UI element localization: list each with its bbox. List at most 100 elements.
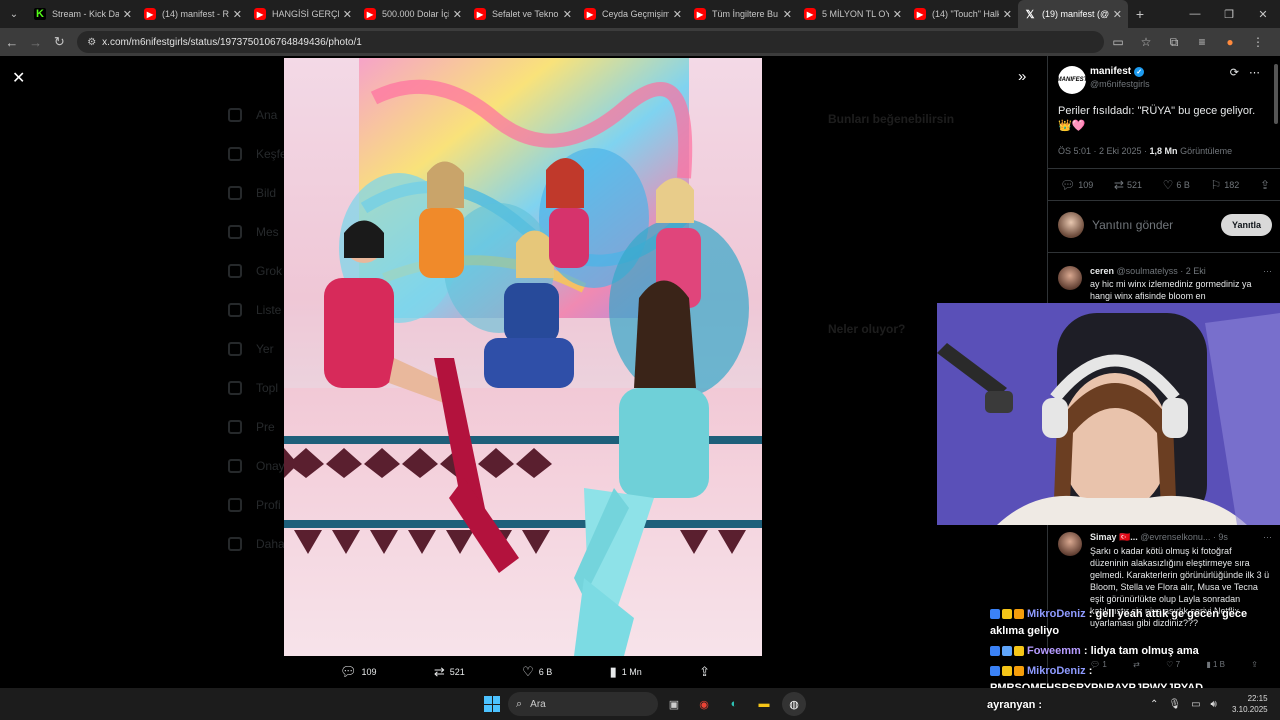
site-info-icon[interactable]: ⚙ [87,37,96,48]
close-window-icon[interactable]: ✕ [1246,8,1280,21]
author-tools: ⟳ ⋯ [1230,66,1260,79]
toggle-sidebar-icon[interactable]: » [1018,68,1026,85]
tweet-time[interactable]: ÖS 5:01 · 2 Eki 2025 · [1058,146,1150,156]
share-button[interactable]: ⇪ [1260,178,1270,192]
new-tab-button[interactable]: + [1128,6,1152,22]
repost-button[interactable]: ⇄ 521 [1114,178,1142,192]
tab-close-icon[interactable]: ✕ [783,8,792,21]
tab-search-button[interactable]: ⌄ [0,0,28,28]
badge-icon [1002,666,1012,677]
cast-icon[interactable]: ▭ [1104,35,1132,50]
start-button[interactable] [484,696,500,712]
tab-close-icon[interactable]: ✕ [123,8,132,21]
x-logo-icon: 𝕏 [1025,8,1035,21]
comment-item[interactable]: ceren @soulmatelyss · 2 Eki ay hic mi wi… [1058,266,1272,302]
bg-nav-icon [228,381,242,395]
clock-date: 3.10.2025 [1232,705,1268,714]
browser-tab[interactable]: ▶ (14) "Touch" Halk ✕ [908,0,1018,28]
photo-share-button[interactable]: ⇪ [699,664,710,680]
microphone-icon[interactable]: 🎙︎ [1168,699,1181,710]
browser-tab[interactable]: ▶ HANGİSİ GERÇEK ✕ [248,0,358,28]
bg-nav-label: Pre [256,420,275,434]
tab-close-icon[interactable]: ✕ [453,8,462,21]
obs-icon[interactable]: ◍ [782,692,806,716]
task-view-icon[interactable]: ▣ [662,692,686,716]
reply-button[interactable]: 💬︎ 109 [1060,178,1093,192]
photo-view-count: 1 Mn [621,667,642,677]
webcam-overlay [937,303,1280,525]
photo-like-count: 6 B [538,667,553,677]
like-button[interactable]: ♡ 6 B [1163,178,1190,192]
tab-title: (14) "Touch" Halk [932,9,999,19]
divider [1048,168,1280,169]
address-bar[interactable]: ⚙ x.com/m6nifestgirls/status/19737501067… [77,31,1104,53]
maximize-icon[interactable]: ❐ [1212,8,1246,21]
tab-close-icon[interactable]: ✕ [563,8,572,21]
browser-tab[interactable]: ▶ Sefalet ve Teknolo ✕ [468,0,578,28]
chrome-icon[interactable]: ◉ [692,692,716,716]
bookmark-icon: ⚐ [1210,178,1222,192]
browser-tab[interactable]: K Stream - Kick Das ✕ [28,0,138,28]
browser-tab[interactable]: ▶ Tüm İngiltere Bu ✕ [688,0,798,28]
bg-nav-item: Profi [228,498,281,512]
tab-close-icon[interactable]: ✕ [343,8,352,21]
badge-icon [1002,609,1012,620]
extensions-icon[interactable]: ⧉ [1160,35,1188,50]
reply-input[interactable]: Yanıtını gönder [1092,218,1221,232]
photo-repost-button[interactable]: ⇄ 521 [434,664,465,680]
menu-icon[interactable]: ⋮ [1244,35,1272,50]
volume-icon[interactable]: 🔊︎ [1211,699,1217,710]
back-icon[interactable]: ← [0,35,24,50]
minimize-icon[interactable]: — [1178,8,1212,20]
file-explorer-icon[interactable]: ▬ [752,692,776,716]
tab-close-icon[interactable]: ✕ [893,8,902,21]
taskbar-search[interactable]: ⌕ Ara [508,692,658,716]
tab-title: Sefalet ve Teknolo [492,9,559,19]
edge-icon[interactable]: ◐ [722,692,746,716]
tweet-author[interactable]: MANIFEST manifest ✓ @m6nifestgirls [1057,66,1150,94]
tab-close-icon[interactable]: ✕ [673,8,682,21]
reply-composer: Yanıtını gönder Yanıtla [1058,212,1272,238]
commenter-avatar[interactable] [1058,532,1082,556]
reload-icon[interactable]: ↻ [47,34,71,50]
grok-icon[interactable]: ⟳ [1230,66,1239,79]
bg-nav-item: Bild [228,186,276,200]
bookmark-button[interactable]: ⚐ 182 [1211,178,1240,192]
tweet-photo[interactable] [284,58,762,656]
badge-icon [990,646,1000,657]
sidebar-scrollbar[interactable] [1274,64,1278,124]
photo-views-button[interactable]: ▮ 1 Mn [610,664,642,680]
chat-badges [990,666,1024,677]
browser-tab[interactable]: ▶ Ceyda Geçmişim ✕ [578,0,688,28]
photo-like-button[interactable]: ♡ 6 B [522,664,552,680]
bg-nav-item: Pre [228,420,275,434]
tab-close-icon[interactable]: ✕ [1003,8,1012,21]
comment-more-icon[interactable]: ⋯ [1263,266,1272,277]
commenter-avatar[interactable] [1058,266,1082,290]
commenter-name[interactable]: ceren [1090,266,1114,276]
forward-icon[interactable]: → [24,35,48,50]
browser-tab[interactable]: ▶ 5 MİLYON TL OYU ✕ [798,0,908,28]
browser-tab[interactable]: ▶ 500.000 Dolar İçin ✕ [358,0,468,28]
url-text: x.com/m6nifestgirls/status/1973750106764… [102,36,362,48]
photo-reply-button[interactable]: 💬︎ 109 [340,664,377,680]
reply-icon: 💬︎ [340,664,357,679]
profile-icon[interactable]: ● [1216,35,1244,50]
browser-tab[interactable]: 𝕏 (19) manifest (@m ✕ [1018,0,1128,28]
tab-close-icon[interactable]: ✕ [233,8,242,21]
browser-tab[interactable]: ▶ (14) manifest - RÜ ✕ [138,0,248,28]
tray-overflow-icon[interactable]: ⌃ [1150,699,1158,710]
reply-submit-button[interactable]: Yanıtla [1220,214,1272,236]
reading-list-icon[interactable]: ≡ [1188,35,1216,50]
network-icon[interactable]: ▭ [1191,699,1200,710]
author-name[interactable]: manifest [1090,66,1131,77]
tab-close-icon[interactable]: ✕ [1113,8,1122,21]
author-avatar[interactable]: MANIFEST [1057,66,1087,94]
close-photo-icon[interactable]: ✕ [12,68,25,88]
taskbar-clock[interactable]: 22:15 3.10.2025 [1232,693,1268,715]
comment-more-icon[interactable]: ⋯ [1263,532,1272,543]
commenter-name[interactable]: Simay 🇹🇷... [1090,532,1138,542]
more-options-icon[interactable]: ⋯ [1249,66,1260,79]
author-handle[interactable]: @m6nifestgirls [1090,79,1150,89]
bookmark-star-icon[interactable]: ☆ [1132,35,1160,50]
